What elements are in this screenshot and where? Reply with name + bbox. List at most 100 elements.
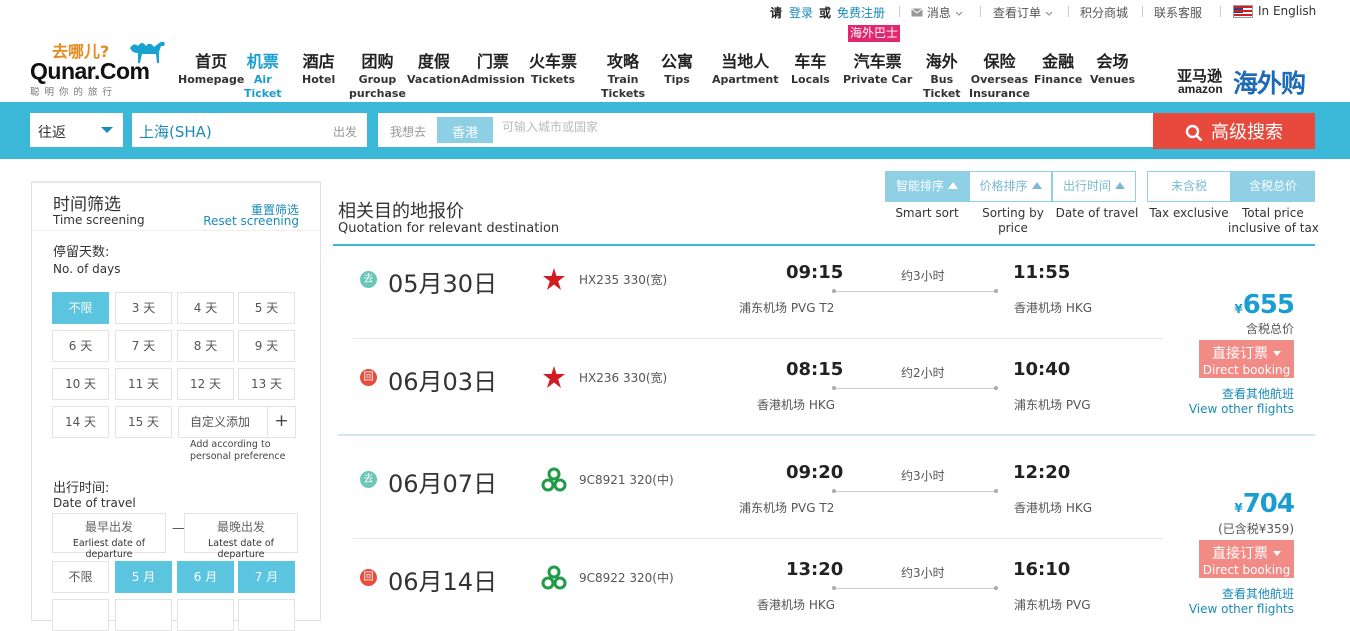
day-option[interactable]: 11 天 <box>115 368 172 400</box>
timeline <box>832 586 998 590</box>
day-option[interactable]: 4 天 <box>177 292 234 324</box>
nav-guides[interactable]: 攻略 Train Tickets <box>601 48 645 100</box>
chevron-down-icon <box>1045 11 1053 16</box>
day-option[interactable]: 15 天 <box>115 406 172 438</box>
view-other-flights-link[interactable]: 查看其他航班 View other flights <box>1189 587 1294 617</box>
advanced-search-button[interactable]: 高级搜索 <box>1153 113 1315 149</box>
day-option[interactable]: 10 天 <box>52 368 109 400</box>
chevron-down-icon <box>955 11 963 16</box>
arrival-airport: 浦东机场 PVG <box>1014 598 1091 612</box>
points-mall-link[interactable]: 积分商城 <box>1080 4 1128 21</box>
trip-row[interactable]: 去 05月30日 HX235 330(宽) 09:15 约3小时 11:55 浦… <box>338 246 1138 326</box>
day-option[interactable]: 13 天 <box>238 368 295 400</box>
amazon-banner[interactable]: 亚马逊 amazon 海外购 <box>1177 64 1312 99</box>
day-option[interactable]: 不限 <box>52 292 109 324</box>
qunar-logo[interactable]: 去哪儿? Qunar.Com 聪明你的旅行 <box>30 38 170 98</box>
month-option[interactable] <box>115 599 172 631</box>
latest-label-en: Latest date of departure <box>208 538 274 560</box>
travel-date-label: 出行时间: <box>53 481 110 496</box>
month-option[interactable]: 6 月 <box>177 561 234 593</box>
hk-airlines-logo-icon <box>543 366 565 388</box>
trip-row[interactable]: 去 06月07日 9C8921 320(中) 09:20 约3小时 12:20 … <box>338 437 1138 517</box>
day-option[interactable]: 12 天 <box>177 368 234 400</box>
month-option[interactable]: 不限 <box>52 561 109 593</box>
reset-filter-link-en[interactable]: Reset screening <box>203 214 299 228</box>
nav-cheche[interactable]: 车车 Locals <box>791 48 830 86</box>
tax-inclusive-button[interactable]: 含税总价 <box>1231 171 1315 202</box>
caret-down-icon <box>101 127 113 133</box>
arrival-time: 10:40 <box>1013 359 1071 380</box>
messages-menu[interactable]: 消息 <box>911 4 963 21</box>
flight-number: 9C8922 320(中) <box>579 571 674 585</box>
nav-insurance[interactable]: 保险 Overseas Insurance <box>969 48 1030 100</box>
direct-booking-button[interactable]: 直接订票 Direct booking <box>1199 540 1294 578</box>
orders-menu[interactable]: 查看订单 <box>993 4 1053 21</box>
outbound-badge: 去 <box>360 471 377 488</box>
nav-apartment[interactable]: 公寓 Tips <box>661 48 693 86</box>
smart-sort-button[interactable]: 智能排序 <box>885 171 969 202</box>
month-option[interactable] <box>238 599 295 631</box>
nav-label: 团购 <box>361 52 394 71</box>
earliest-departure-field[interactable]: 最早出发 Earliest date of departure <box>52 513 166 560</box>
earliest-label-en: Earliest date of departure <box>72 538 146 560</box>
departure-field[interactable]: 上海(SHA) 出发 <box>132 113 367 147</box>
nav-label: 门票 <box>476 52 509 71</box>
divider <box>980 6 981 17</box>
total-price: ¥655 <box>1234 290 1295 320</box>
filter-title: 时间筛选 <box>53 195 121 215</box>
nav-finance[interactable]: 金融 Finance <box>1034 48 1082 86</box>
direct-booking-button[interactable]: 直接订票 Direct booking <box>1199 340 1294 378</box>
destination-tag[interactable]: 香港 <box>437 117 493 143</box>
latest-departure-field[interactable]: 最晚出发 Latest date of departure <box>184 513 298 560</box>
month-option[interactable] <box>52 599 109 631</box>
nav-admission[interactable]: 门票 Admission <box>461 48 525 86</box>
nav-homepage[interactable]: 首页 Homepage <box>178 48 244 86</box>
view-other-flights-link[interactable]: 查看其他航班 View other flights <box>1189 387 1294 417</box>
trip-type-select[interactable]: 往返 <box>30 113 123 147</box>
trip-row[interactable]: 回 06月03日 HX236 330(宽) 08:15 约2小时 10:40 香… <box>338 343 1138 423</box>
day-option[interactable]: 3 天 <box>115 292 172 324</box>
price-sort-button[interactable]: 价格排序 <box>969 171 1052 202</box>
destination-input[interactable] <box>502 120 1002 134</box>
register-link[interactable]: 免费注册 <box>837 4 885 21</box>
day-option[interactable]: 14 天 <box>52 406 109 438</box>
nav-hotel[interactable]: 酒店 Hotel <box>302 48 335 86</box>
add-custom-days-button[interactable]: + <box>267 407 295 437</box>
nav-overseas[interactable]: 海外 Bus Ticket <box>923 48 961 100</box>
contact-service-link[interactable]: 联系客服 <box>1154 4 1202 21</box>
destination-field[interactable]: 我想去 香港 <box>378 113 1153 147</box>
nav-group-purchase[interactable]: 团购 Group purchase <box>349 48 406 100</box>
trip-row[interactable]: 回 06月14日 9C8922 320(中) 13:20 约3小时 16:10 … <box>338 543 1138 623</box>
day-option[interactable]: 5 天 <box>238 292 295 324</box>
nav-locals[interactable]: 当地人 Apartment <box>712 48 779 86</box>
day-option[interactable]: 8 天 <box>177 330 234 362</box>
nav-venues[interactable]: 会场 Venues <box>1090 48 1135 86</box>
nav-label: 海外 <box>925 52 958 71</box>
book-label: 直接订票 <box>1199 343 1294 363</box>
search-bar: 往返 上海(SHA) 出发 我想去 香港 高级搜索 <box>0 102 1350 159</box>
custom-days-field[interactable]: 自定义添加 + <box>178 406 296 438</box>
arrival-time: 11:55 <box>1013 262 1071 283</box>
currency-symbol: ¥ <box>1234 501 1243 515</box>
day-option[interactable]: 9 天 <box>238 330 295 362</box>
month-option[interactable] <box>177 599 234 631</box>
nav-label: 金融 <box>1042 52 1075 71</box>
login-link[interactable]: 登录 <box>789 4 813 21</box>
nav-vacation[interactable]: 度假 Vacation <box>407 48 461 86</box>
nav-label-en: Apartment <box>712 73 779 86</box>
nav-air-ticket[interactable]: 机票 Air Ticket <box>244 48 282 100</box>
days-label: 停留天数: <box>53 245 110 260</box>
nav-label: 酒店 <box>302 52 335 71</box>
month-option[interactable]: 5 月 <box>115 561 172 593</box>
date-sort-button[interactable]: 出行时间 <box>1052 171 1136 202</box>
arrival-airport: 浦东机场 PVG <box>1014 398 1091 412</box>
english-link[interactable]: In English <box>1258 4 1316 18</box>
nav-bus-ticket[interactable]: 汽车票 Private Car <box>843 48 912 86</box>
day-option[interactable]: 7 天 <box>115 330 172 362</box>
earliest-label: 最早出发 <box>84 520 133 534</box>
day-option[interactable]: 6 天 <box>52 330 109 362</box>
tax-exclusive-button[interactable]: 未含税 <box>1147 171 1231 202</box>
month-option[interactable]: 7 月 <box>238 561 295 593</box>
overseas-bus-badge[interactable]: 海外巴士 <box>848 25 901 42</box>
nav-train-tickets[interactable]: 火车票 Tickets <box>529 48 577 86</box>
